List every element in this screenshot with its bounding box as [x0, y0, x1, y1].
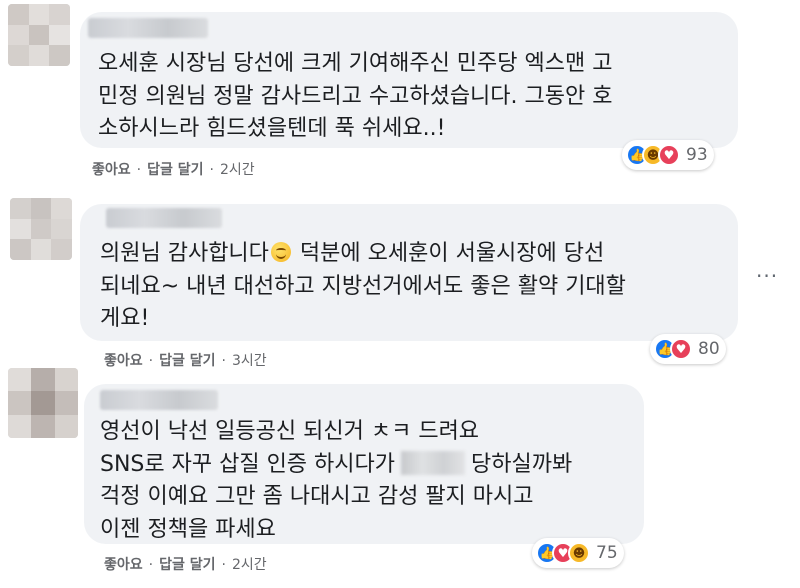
separator-dot: · [136, 162, 142, 178]
author-name-redacted[interactable] [106, 208, 222, 228]
comment-text-segment: SNS로 자꾸 삽질 인증 하시다가 [100, 451, 396, 477]
reply-link[interactable]: 답글 달기 [159, 353, 215, 369]
comment-bubble: 영선이 낙선 일등공신 되신거 ㅊㅋ 드려요 SNS로 자꾸 삽질 인증 하시다… [84, 384, 644, 544]
author-name-redacted[interactable] [100, 390, 218, 410]
redacted-text-block [401, 450, 466, 475]
reply-link[interactable]: 답글 달기 [159, 557, 215, 573]
comment-line: 이젠 정책을 파세요 [100, 516, 276, 542]
timestamp[interactable]: 2시간 [220, 162, 255, 178]
reaction-summary[interactable]: 👍 ♥ ☻ 75 [532, 538, 624, 568]
comment-line: 의원님 감사합니다 덕분에 오세훈이 서울시장에 당선 [100, 238, 626, 271]
reaction-count: 93 [686, 145, 708, 165]
comment-line: 오세훈 시장님 당선에 크게 기여해주신 민주당 엑스맨 고 [98, 51, 613, 76]
love-reaction-icon: ♥ [670, 338, 692, 360]
separator-dot: · [221, 557, 226, 573]
comment-text: 오세훈 시장님 당선에 크게 기여해주신 민주당 엑스맨 고 민정 의원님 정말… [98, 48, 612, 146]
comment-text: 의원님 감사합니다 덕분에 오세훈이 서울시장에 당선 되네요~ 내년 대선하고… [100, 238, 626, 336]
more-options-icon[interactable]: ··· [756, 264, 778, 288]
comment-line: 게요! [100, 306, 150, 331]
comment-actions: 좋아요 · 답글 달기 · 2시간 [104, 554, 267, 574]
like-link[interactable]: 좋아요 [104, 557, 143, 573]
like-link[interactable]: 좋아요 [104, 353, 143, 369]
comment-text-segment: 덕분에 오세훈이 서울시장에 당선 [292, 241, 605, 266]
separator-dot: · [221, 353, 226, 369]
avatar[interactable] [8, 368, 78, 438]
smiling-face-emoji-icon [270, 242, 291, 262]
avatar[interactable] [10, 198, 72, 260]
comment-actions: 좋아요 · 답글 달기 · 2시간 [92, 159, 255, 179]
comment-actions: 좋아요 · 답글 달기 · 3시간 [104, 350, 267, 370]
like-link[interactable]: 좋아요 [92, 162, 131, 178]
comment-line: 민정 의원님 정말 감사드리고 수고하셨습니다. 그동안 호 [98, 83, 613, 109]
timestamp[interactable]: 3시간 [232, 353, 267, 369]
comment-line: 영선이 낙선 일등공신 되신거 ㅊㅋ 드려요 [100, 419, 480, 444]
timestamp[interactable]: 2시간 [232, 557, 267, 573]
reaction-summary[interactable]: 👍 ♥ 80 [650, 334, 726, 364]
comment-line: 소하시느라 힘드셨을텐데 푹 쉬세요..! [98, 116, 446, 141]
avatar[interactable] [8, 4, 70, 66]
reaction-count: 75 [596, 543, 618, 563]
haha-reaction-icon: ☻ [568, 542, 590, 564]
separator-dot: · [148, 557, 154, 573]
comment-text-segment: 의원님 감사합니다 [100, 241, 269, 266]
comment-text: 영선이 낙선 일등공신 되신거 ㅊㅋ 드려요 SNS로 자꾸 삽질 인증 하시다… [100, 416, 572, 546]
comment-line: 걱정 이예요 그만 좀 나대시고 감성 팔지 마시고 [100, 484, 534, 509]
reaction-summary[interactable]: 👍 ☻ ♥ 93 [622, 140, 714, 170]
separator-dot: · [209, 162, 214, 178]
comment-line: 되네요~ 내년 대선하고 지방선거에서도 좋은 활약 기대할 [100, 273, 626, 299]
comment-text-segment: 당하실까봐 [471, 451, 573, 477]
comment-line: SNS로 자꾸 삽질 인증 하시다가 당하실까봐 [100, 449, 572, 482]
reply-link[interactable]: 답글 달기 [147, 162, 203, 178]
comment-bubble: 의원님 감사합니다 덕분에 오세훈이 서울시장에 당선 되네요~ 내년 대선하고… [80, 204, 738, 341]
author-name-redacted[interactable] [88, 18, 208, 38]
love-reaction-icon: ♥ [658, 144, 680, 166]
reaction-count: 80 [698, 339, 720, 359]
separator-dot: · [148, 353, 154, 369]
comment-bubble: 오세훈 시장님 당선에 크게 기여해주신 민주당 엑스맨 고 민정 의원님 정말… [80, 12, 738, 148]
